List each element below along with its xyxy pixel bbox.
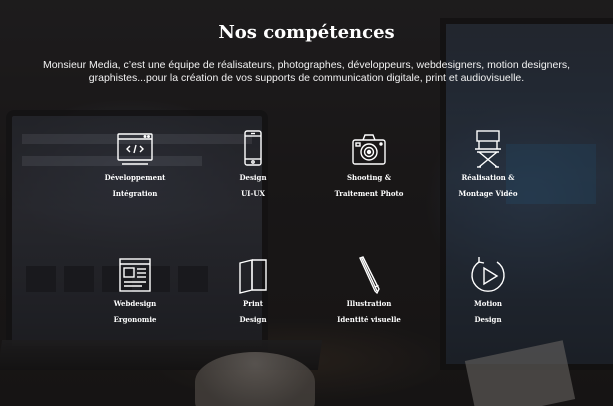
skill-label-line2: Montage Vidéo [458,189,518,198]
print-pages-icon [232,254,274,296]
director-chair-icon [467,128,509,170]
skill-label-line1: Design [239,173,267,182]
skill-print-design[interactable]: Print Design [193,254,313,328]
section-intro: Monsieur Media, c’est une équipe de réal… [42,59,571,84]
skill-design-ui[interactable]: Design UI-UX [193,128,313,202]
code-window-icon [114,128,156,170]
skill-label-line2: Traitement Photo [334,189,404,198]
skill-label-line1: Réalisation & [461,173,515,182]
skill-label-line1: Print [243,299,263,308]
smartphone-icon [232,128,274,170]
skill-label-line2: Design [239,315,267,324]
pencil-icon [348,254,390,296]
skill-label-line1: Webdesign [113,299,157,308]
skills-section: Nos compétences Monsieur Media, c’est un… [0,0,613,406]
skill-webdesign[interactable]: Webdesign Ergonomie [75,254,195,328]
skill-label-line2: Intégration [112,189,158,198]
skill-label-line2: UI-UX [241,189,265,198]
skill-illustration[interactable]: Illustration Identité visuelle [309,254,429,328]
skill-realisation-video[interactable]: Réalisation & Montage Vidéo [428,128,548,202]
skill-label-line2: Ergonomie [113,315,157,324]
skill-developpement[interactable]: Développement Intégration [75,128,195,202]
play-circle-icon [467,254,509,296]
skill-label-line1: Shooting & [346,173,392,182]
webpage-layout-icon [114,254,156,296]
camera-icon [348,128,390,170]
skill-label-line2: Identité visuelle [337,315,401,324]
skill-label-line1: Illustration [346,299,392,308]
skill-label-line2: Design [474,315,502,324]
skill-label-line1: Développement [104,173,166,182]
skill-shooting-photo[interactable]: Shooting & Traitement Photo [309,128,429,202]
skill-motion-design[interactable]: Motion Design [428,254,548,328]
skill-label-line1: Motion [473,299,503,308]
section-title: Nos compétences [218,22,395,43]
